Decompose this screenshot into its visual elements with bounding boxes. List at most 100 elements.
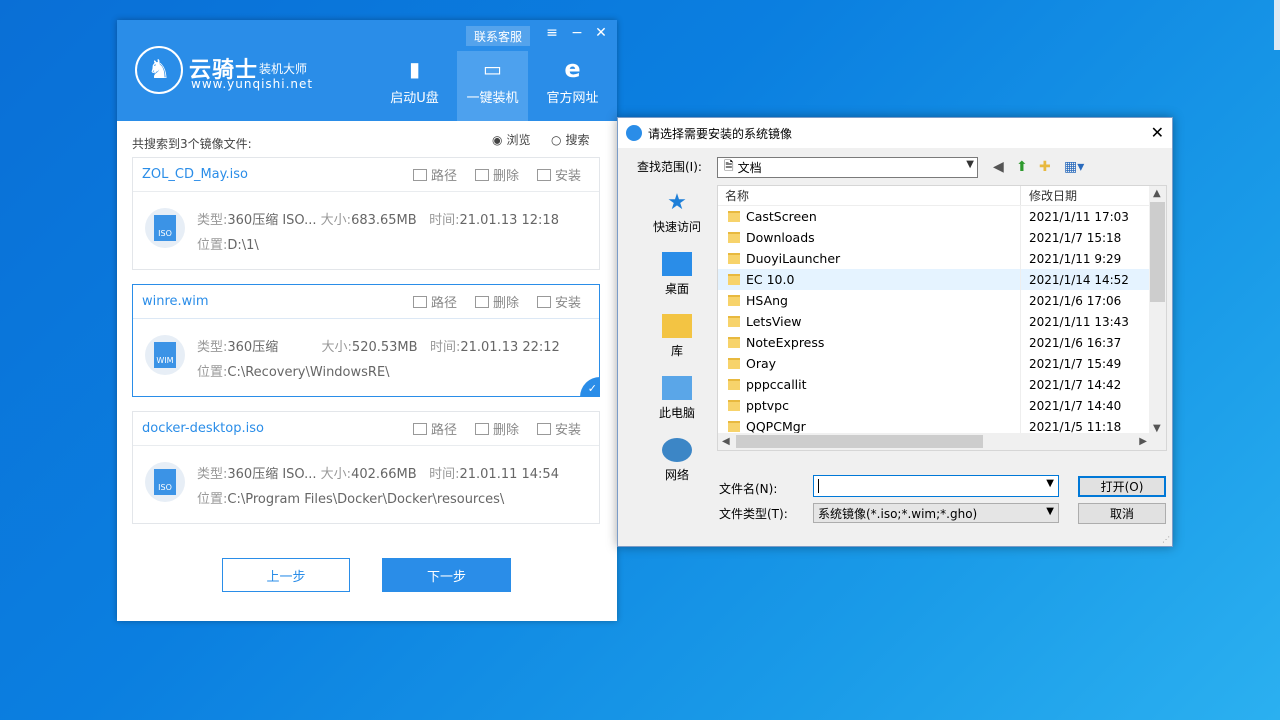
scroll-up-icon[interactable]: ▲: [1153, 188, 1161, 199]
file-rows: CastScreen 2021/1/11 17:03 Downloads 2021/1…: [718, 206, 1166, 437]
horizontal-scrollbar[interactable]: ◀ ▶: [718, 433, 1151, 450]
nav-official-site[interactable]: e 官方网址: [537, 51, 608, 121]
place-label: 桌面: [664, 282, 689, 296]
file-row-date: 2021/1/11 13:43: [1029, 314, 1129, 329]
delete-button[interactable]: 删除: [474, 292, 519, 311]
place-desktop[interactable]: 桌面: [637, 248, 717, 310]
file-row[interactable]: HSAng 2021/1/6 17:06: [718, 290, 1166, 311]
filename-input[interactable]: ▼: [813, 475, 1059, 497]
path-button[interactable]: 路径: [412, 165, 457, 184]
nav-one-click-install[interactable]: ▭ 一键装机: [457, 51, 528, 121]
file-row[interactable]: Oray 2021/1/7 15:49: [718, 353, 1166, 374]
install-button[interactable]: 安装: [536, 419, 581, 438]
next-step-button[interactable]: 下一步: [382, 558, 511, 592]
place-this-pc[interactable]: 此电脑: [637, 372, 717, 434]
path-label: 路径: [430, 169, 457, 184]
folder-icon: [728, 337, 740, 348]
selected-check-icon: ✓: [580, 377, 600, 397]
look-in-select[interactable]: 🗎 文档 ▼: [717, 157, 978, 178]
close-icon[interactable]: ✕: [593, 25, 609, 41]
browse-label: 浏览: [506, 133, 531, 147]
file-row[interactable]: NoteExpress 2021/1/6 16:37: [718, 332, 1166, 353]
filename-label: 文件名(N):: [719, 482, 778, 496]
folder-icon: [412, 422, 427, 435]
dialog-titlebar: 请选择需要安装的系统镜像: [618, 118, 1172, 148]
up-folder-icon[interactable]: ⬆: [1016, 159, 1028, 175]
minimize-icon[interactable]: −: [569, 25, 585, 41]
horizontal-scroll-thumb[interactable]: [736, 435, 983, 448]
file-row-name: Oray: [718, 353, 1021, 374]
install-button[interactable]: 安装: [536, 292, 581, 311]
view-menu-icon[interactable]: ▦▾: [1064, 159, 1084, 175]
file-row-name: pppccallit: [718, 374, 1021, 395]
date-column-header[interactable]: 修改日期: [1021, 187, 1077, 204]
scroll-right-icon[interactable]: ▶: [1139, 436, 1147, 447]
file-row[interactable]: LetsView 2021/1/11 13:43: [718, 311, 1166, 332]
prev-step-button[interactable]: 上一步: [222, 558, 350, 592]
filetype-select[interactable]: 系统镜像(*.iso;*.wim;*.gho) ▼: [813, 503, 1059, 523]
delete-button[interactable]: 删除: [474, 419, 519, 438]
delete-button[interactable]: 删除: [474, 165, 519, 184]
file-meta: 类型:360压缩 ISO... 大小:402.66MB 时间:21.01.11 …: [197, 463, 559, 482]
folder-name: CastScreen: [746, 209, 817, 224]
folder-name: Downloads: [746, 230, 815, 245]
file-type: 360压缩 ISO...: [227, 213, 317, 228]
vertical-scrollbar[interactable]: ▲ ▼: [1149, 186, 1166, 450]
close-icon[interactable]: ✕: [1151, 123, 1164, 142]
dialog-title: 请选择需要安装的系统镜像: [648, 126, 793, 141]
customer-service-button[interactable]: 联系客服: [466, 26, 530, 46]
filetype-value: 系统镜像(*.iso;*.wim;*.gho): [818, 506, 978, 521]
type-label: 类型:: [197, 467, 228, 482]
search-button[interactable]: ○ 搜索: [551, 131, 590, 148]
place-label: 此电脑: [658, 406, 695, 420]
nav-usb-boot[interactable]: ▮ 启动U盘: [379, 51, 450, 121]
name-column-header[interactable]: 名称: [718, 186, 1021, 205]
install-button[interactable]: 安装: [536, 165, 581, 184]
brand-subtitle: 装机大师: [259, 62, 308, 76]
install-icon: [536, 422, 551, 435]
folder-icon: [728, 211, 740, 222]
file-row-date: 2021/1/6 16:37: [1029, 335, 1122, 350]
folder-icon: [728, 253, 740, 264]
scroll-down-icon[interactable]: ▼: [1153, 423, 1161, 434]
file-row[interactable]: pppccallit 2021/1/7 14:42: [718, 374, 1166, 395]
image-file-card[interactable]: ZOL_CD_May.iso 路径 删除 安装 ISO 类型:360压缩 ISO…: [132, 157, 600, 270]
install-label: 安装: [554, 169, 581, 184]
file-row[interactable]: Downloads 2021/1/7 15:18: [718, 227, 1166, 248]
path-button[interactable]: 路径: [412, 292, 457, 311]
open-button[interactable]: 打开(O): [1078, 476, 1166, 497]
menu-icon[interactable]: ≡: [544, 25, 560, 41]
file-meta: 类型:360压缩 大小:520.53MB 时间:21.01.13 22:12: [197, 336, 560, 355]
iso-file-icon: ISO: [145, 208, 185, 248]
image-file-card[interactable]: winre.wim 路径 删除 安装 WIM 类型:360压缩 大小:520.5…: [132, 284, 600, 397]
install-icon: [536, 168, 551, 181]
file-row[interactable]: EC 10.0 2021/1/14 14:52: [718, 269, 1166, 290]
place-library[interactable]: 库: [637, 310, 717, 372]
chevron-down-icon[interactable]: ▼: [1046, 478, 1054, 489]
file-row-date: 2021/1/5 11:18: [1029, 419, 1122, 434]
resize-grip-icon[interactable]: ⋰: [1162, 535, 1170, 544]
file-row[interactable]: pptvpc 2021/1/7 14:40: [718, 395, 1166, 416]
cancel-button[interactable]: 取消: [1078, 503, 1166, 524]
new-folder-icon[interactable]: ✚: [1039, 159, 1051, 175]
filetype-label: 文件类型(T):: [719, 507, 788, 521]
place-quick-access[interactable]: ★ 快速访问: [637, 186, 717, 248]
scroll-left-icon[interactable]: ◀: [722, 436, 730, 447]
path-button[interactable]: 路径: [412, 419, 457, 438]
folder-icon: [412, 168, 427, 181]
search-label: 搜索: [565, 133, 590, 147]
place-network[interactable]: 网络: [637, 434, 717, 496]
file-row[interactable]: CastScreen 2021/1/11 17:03: [718, 206, 1166, 227]
file-row[interactable]: DuoyiLauncher 2021/1/11 9:29: [718, 248, 1166, 269]
places-bar: ★ 快速访问 桌面 库 此电脑 网络: [637, 186, 717, 496]
image-file-card[interactable]: docker-desktop.iso 路径 删除 安装 ISO 类型:360压缩…: [132, 411, 600, 524]
computer-icon: [662, 376, 692, 400]
app-header: ♞ 云骑士 装机大师 www.yunqishi.net 联系客服 ≡ − ✕ ▮…: [117, 20, 617, 121]
ie-icon: e: [564, 55, 581, 83]
back-icon[interactable]: ◀: [993, 159, 1004, 175]
browse-button[interactable]: ◉ 浏览: [492, 131, 531, 148]
vertical-scroll-thumb[interactable]: [1150, 202, 1165, 302]
file-location: C:\Recovery\WindowsRE\: [227, 365, 390, 380]
place-label: 快速访问: [652, 220, 701, 234]
delete-label: 删除: [492, 423, 519, 438]
